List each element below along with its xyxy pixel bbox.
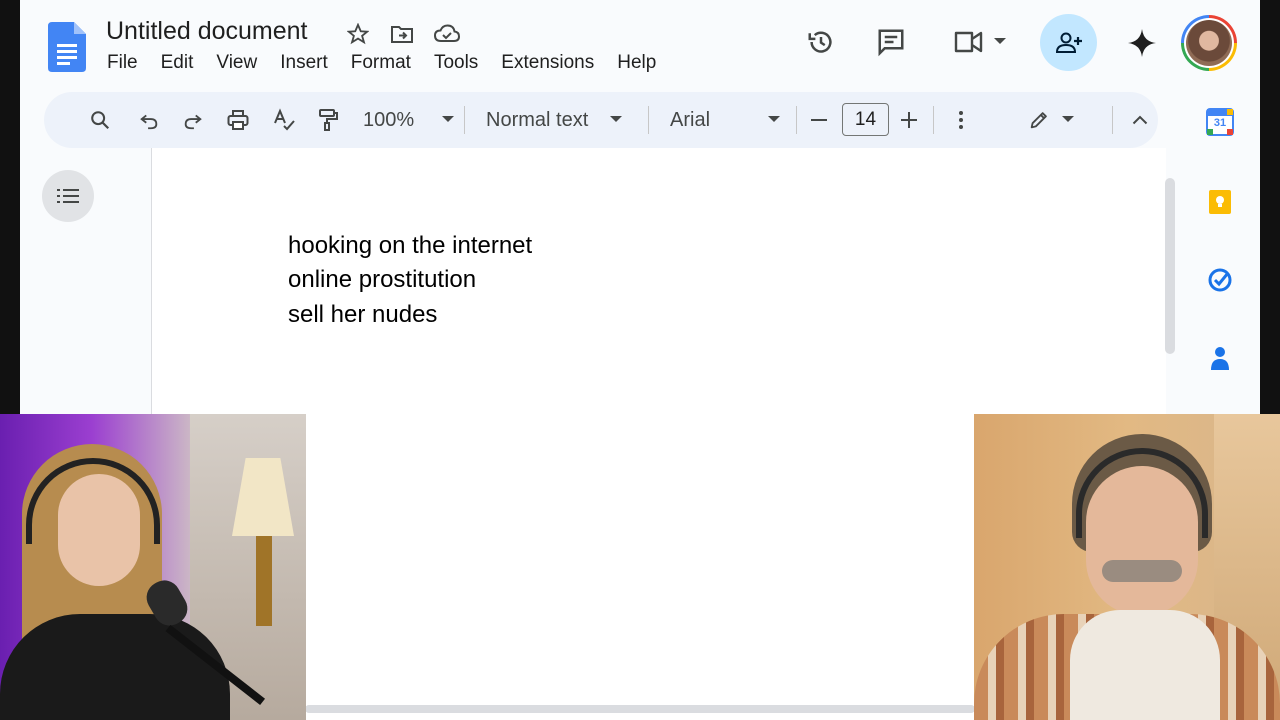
print-icon[interactable] bbox=[226, 92, 250, 148]
comments-icon[interactable] bbox=[873, 26, 909, 58]
horizontal-scrollbar[interactable] bbox=[305, 705, 975, 713]
pencil-icon bbox=[1030, 112, 1047, 129]
decrease-font-size-button[interactable] bbox=[810, 92, 828, 148]
paint-format-icon[interactable] bbox=[317, 92, 339, 148]
font-select[interactable]: Arial bbox=[670, 92, 781, 148]
calendar-icon[interactable]: 31 bbox=[1206, 108, 1234, 136]
menu-view[interactable]: View bbox=[216, 52, 257, 74]
more-options-icon[interactable] bbox=[958, 92, 964, 148]
search-menus-icon[interactable] bbox=[89, 92, 111, 148]
font-size-input[interactable]: 14 bbox=[842, 103, 889, 136]
menu-bar: File Edit View Insert Format Tools Exten… bbox=[107, 52, 679, 74]
toolbar-divider bbox=[648, 106, 649, 134]
cloud-saved-icon[interactable] bbox=[433, 21, 461, 47]
font-size-value: 14 bbox=[854, 108, 877, 130]
undo-icon[interactable] bbox=[138, 92, 160, 148]
chevron-down-icon bbox=[768, 116, 781, 122]
hide-menus-chevron-up-icon[interactable] bbox=[1132, 92, 1148, 148]
paragraph-style-value: Normal text bbox=[486, 108, 589, 131]
menu-tools[interactable]: Tools bbox=[434, 52, 478, 74]
chevron-down-icon bbox=[442, 116, 455, 122]
chevron-down-icon bbox=[1062, 116, 1074, 122]
menu-file[interactable]: File bbox=[107, 52, 138, 74]
spellcheck-icon[interactable] bbox=[272, 92, 296, 148]
webcam-left bbox=[0, 414, 306, 720]
docs-logo-icon[interactable] bbox=[48, 22, 86, 72]
keep-icon[interactable] bbox=[1206, 188, 1234, 216]
undershirt bbox=[1070, 610, 1220, 720]
document-line[interactable]: sell her nudes bbox=[288, 301, 437, 329]
zoom-select[interactable]: 100% bbox=[363, 92, 455, 148]
lamp-base bbox=[256, 536, 272, 626]
paragraph-style-select[interactable]: Normal text bbox=[486, 92, 623, 148]
menu-help[interactable]: Help bbox=[617, 52, 656, 74]
redo-icon[interactable] bbox=[182, 92, 204, 148]
menu-extensions[interactable]: Extensions bbox=[501, 52, 594, 74]
star-icon[interactable] bbox=[345, 21, 371, 47]
outline-list-icon bbox=[57, 189, 79, 203]
toolbar-divider bbox=[1112, 106, 1113, 134]
editing-mode-select[interactable] bbox=[1028, 92, 1074, 148]
menu-edit[interactable]: Edit bbox=[161, 52, 194, 74]
chevron-down-icon[interactable] bbox=[992, 34, 1008, 50]
move-folder-icon[interactable] bbox=[389, 21, 415, 47]
mustache bbox=[1102, 560, 1182, 582]
menu-insert[interactable]: Insert bbox=[280, 52, 328, 74]
meet-video-icon[interactable] bbox=[948, 26, 988, 58]
gemini-sparkle-icon[interactable] bbox=[1125, 26, 1159, 60]
account-avatar[interactable] bbox=[1181, 15, 1237, 71]
document-line[interactable]: online prostitution bbox=[288, 266, 476, 294]
document-outline-button[interactable] bbox=[42, 170, 94, 222]
calendar-day: 31 bbox=[1213, 117, 1227, 129]
vertical-scrollbar[interactable] bbox=[1165, 178, 1175, 354]
zoom-value: 100% bbox=[363, 108, 415, 131]
menu-format[interactable]: Format bbox=[351, 52, 411, 74]
increase-font-size-button[interactable] bbox=[900, 92, 918, 148]
chevron-down-icon bbox=[610, 116, 623, 122]
font-value: Arial bbox=[670, 108, 711, 131]
toolbar-divider bbox=[796, 106, 797, 134]
tasks-icon[interactable] bbox=[1206, 266, 1234, 294]
formatting-toolbar: 100% Normal text Arial 14 bbox=[44, 92, 1158, 148]
toolbar-divider bbox=[933, 106, 934, 134]
webcam-right bbox=[974, 414, 1280, 720]
person-shirt bbox=[0, 614, 230, 720]
version-history-icon[interactable] bbox=[803, 26, 839, 58]
contacts-icon[interactable] bbox=[1206, 344, 1234, 372]
doc-title[interactable]: Untitled document bbox=[106, 17, 308, 46]
toolbar-divider bbox=[464, 106, 465, 134]
share-button[interactable] bbox=[1040, 14, 1097, 71]
document-line[interactable]: hooking on the internet bbox=[288, 232, 532, 260]
